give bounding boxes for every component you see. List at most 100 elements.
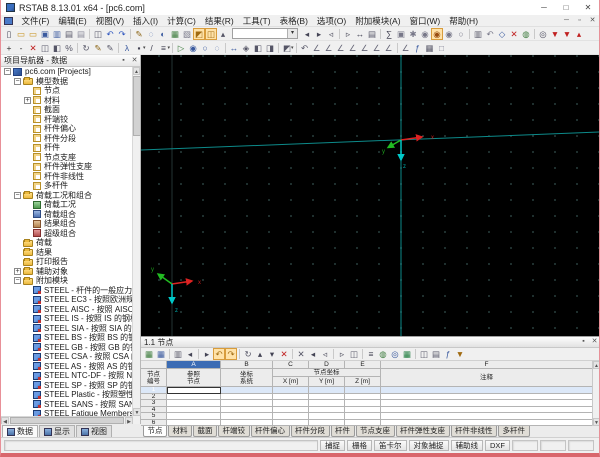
view-selector-combo[interactable]: ▾ [232,28,298,39]
model-viewport[interactable]: x y z x y z [141,55,600,336]
picture-select-icon[interactable]: ◍ [377,348,389,360]
dropdown-caret-icon[interactable]: ▾ [291,45,294,51]
excel-export-icon[interactable]: ▦ [401,348,413,360]
mdi-minimize-button[interactable]: ─ [560,16,573,26]
ole-export-icon[interactable]: ◫ [418,348,430,360]
settings-gear-icon[interactable]: ✱ [407,28,419,40]
tree-item[interactable]: 荷载 [1,238,132,248]
table-tab-杆件[interactable]: 杆件 [331,426,355,437]
copy-object-icon[interactable]: ◫ [39,42,51,54]
dropdown-caret-icon[interactable]: ▾ [168,45,171,51]
new-file-icon[interactable]: ▯ [3,28,15,40]
status-toggle-对象捕捉[interactable]: 对象捕捉 [409,440,449,451]
table-tab-节点[interactable]: 节点 [143,426,167,437]
maximize-button[interactable]: □ [555,1,577,15]
menu-item-11[interactable]: 窗口(W) [405,15,445,27]
minimize-button[interactable]: ─ [533,1,555,15]
redo-table-icon[interactable]: ↷ [225,348,237,360]
nav-forward-icon[interactable]: ▸ [313,28,325,40]
menu-item-5[interactable]: 计算(C) [163,15,201,27]
new-model-icon[interactable]: ▦ [169,28,181,40]
table-tab-截面[interactable]: 截面 [193,426,217,437]
cut-row-icon[interactable]: ✕ [278,348,290,360]
print-table-icon[interactable]: ▤ [430,348,442,360]
display-properties-icon[interactable]: ▣ [395,28,407,40]
view-in-x-icon[interactable]: ◧ [252,42,264,54]
rotate-view-icon[interactable]: ↶ [484,28,496,40]
move-view-icon[interactable]: ↔ [354,28,366,40]
table-settings-icon[interactable]: ▥ [172,348,184,360]
zoom-in-icon[interactable]: ◉ [187,42,199,54]
lock-icon[interactable]: ◩ [193,28,205,40]
light-toggle-icon[interactable]: ○ [455,28,467,40]
render-wheel-1-icon[interactable]: ◉ [419,28,431,40]
tree-item[interactable]: 超级组合 [1,229,132,239]
scroll-thumb[interactable] [133,76,141,136]
columns-display-icon[interactable]: ▥ [472,28,484,40]
jump-first-icon[interactable]: ◂ [307,348,319,360]
navigator-pin-icon[interactable]: ▪ [118,56,129,66]
adobe-export-icon[interactable]: ▴ [573,28,585,40]
refresh-table-icon[interactable]: ↻ [242,348,254,360]
navigator-horizontal-scrollbar[interactable]: ◀ ▶ [1,416,133,424]
export-pdf-icon[interactable]: ▼ [561,28,573,40]
menu-item-3[interactable]: 视图(V) [91,15,128,27]
horizontal-guideline[interactable] [141,132,600,150]
table-close-icon[interactable]: ✕ [589,337,600,347]
menu-item-12[interactable]: 帮助(H) [445,15,483,27]
table-tab-杆端铰[interactable]: 杆端铰 [218,426,250,437]
zoom-window-icon[interactable]: ◌ [211,42,223,54]
camera-icon[interactable]: ◎ [537,28,549,40]
status-toggle-捕捉[interactable]: 捕捉 [320,440,345,451]
mdi-close-button[interactable]: ✕ [586,16,599,26]
status-toggle-栅格[interactable]: 栅格 [347,440,372,451]
clear-table-icon[interactable]: ✕ [295,348,307,360]
insert-member-icon[interactable]: / [146,42,158,54]
guideline-next-icon[interactable]: ▹ [342,28,354,40]
export-image-icon[interactable]: ▼ [549,28,561,40]
nav-back-icon[interactable]: ◂ [301,28,313,40]
member-angle-6-icon[interactable]: ∠ [371,42,383,54]
mirror-object-icon[interactable]: ◧ [51,42,63,54]
view-sync-icon[interactable]: ◫ [348,348,360,360]
edit-object-icon[interactable]: ✎ [92,42,104,54]
column-letter-B[interactable]: B [221,361,273,369]
column-letter-E[interactable]: E [345,361,381,369]
navigator-tab-数据[interactable]: 数据 [2,425,38,437]
lambda-tool-icon[interactable]: λ [121,42,133,54]
scroll-thumb[interactable] [10,417,124,424]
print-icon[interactable]: ▤ [366,28,378,40]
select-in-graphic-icon[interactable]: ◎ [389,348,401,360]
scroll-down-icon[interactable]: ▼ [593,418,600,426]
mdi-restore-button[interactable]: ▫ [573,16,586,26]
fx-table-icon[interactable]: ƒ [442,348,454,360]
navigator-tab-视图[interactable]: 视图 [76,425,112,437]
insert-row-icon[interactable]: ▴ [254,348,266,360]
scale-object-icon[interactable]: % [63,42,75,54]
member-angle-4-icon[interactable]: ∠ [347,42,359,54]
menu-item-4[interactable]: 插入(I) [129,15,163,27]
node-snap-icon[interactable]: ◇ [496,28,508,40]
table-pin-icon[interactable]: ▪ [578,337,589,347]
block-manager-icon[interactable]: ▧ [181,28,193,40]
member-angle-3-icon[interactable]: ∠ [335,42,347,54]
render-wheel-3-icon[interactable]: ◉ [443,28,455,40]
fx-tool-icon[interactable]: ƒ [412,42,424,54]
status-toggle-笛卡尔[interactable]: 笛卡尔 [374,440,407,451]
user-profile-icon[interactable]: ▴ [217,28,229,40]
scroll-up-icon[interactable]: ▲ [593,361,600,369]
table-tab-杆件弹性支座[interactable]: 杆件弹性支座 [396,426,450,437]
blank-tool-icon[interactable]: □ [436,42,448,54]
deselect-icon[interactable]: - [15,42,27,54]
zoom-out-icon[interactable]: ○ [199,42,211,54]
tree-expand-toggle[interactable]: − [14,78,21,85]
navigator-close-icon[interactable]: ✕ [129,56,140,66]
member-angle-5-icon[interactable]: ∠ [359,42,371,54]
status-toggle-DXF[interactable]: DXF [485,440,510,451]
menu-item-2[interactable]: 编辑(E) [54,15,91,27]
print-preview-icon[interactable]: ▤ [75,28,87,40]
scroll-down-icon[interactable]: ▼ [133,408,141,416]
view-in-y-icon[interactable]: ◨ [264,42,276,54]
table-tab-材料[interactable]: 材料 [168,426,192,437]
scroll-up-icon[interactable]: ▲ [133,67,140,75]
